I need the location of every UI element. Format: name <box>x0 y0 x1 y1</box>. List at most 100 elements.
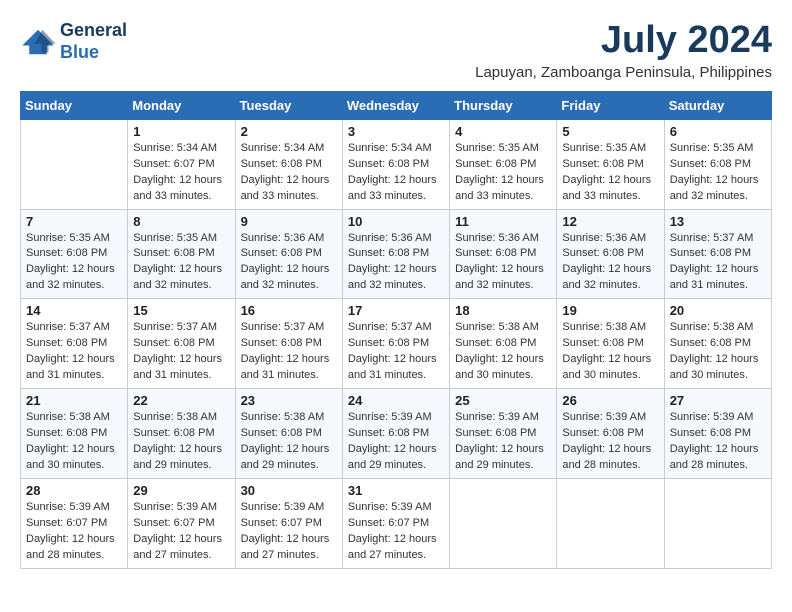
calendar-cell: 22 Sunrise: 5:38 AMSunset: 6:08 PMDayligh… <box>128 389 235 479</box>
day-info: Sunrise: 5:38 AMSunset: 6:08 PMDaylight:… <box>133 410 229 474</box>
calendar-week-4: 21Sunrise: 5:38 AMSunset: 6:08 PMDayligh… <box>21 389 772 479</box>
day-info: Sunrise: 5:35 AMSunset: 6:08 PMDaylight:… <box>562 141 658 205</box>
calendar-cell <box>450 478 557 568</box>
day-info: Sunrise: 5:37 AMSunset: 6:08 PMDaylight:… <box>670 231 766 295</box>
day-number: 9 <box>241 214 337 229</box>
calendar-cell: 9 Sunrise: 5:36 AMSunset: 6:08 PMDaylight… <box>235 209 342 299</box>
calendar-cell: 31Sunrise: 5:39 AMSunset: 6:07 PMDayligh… <box>342 478 449 568</box>
header-day-tuesday: Tuesday <box>235 91 342 119</box>
calendar-cell: 30Sunrise: 5:39 AMSunset: 6:07 PMDayligh… <box>235 478 342 568</box>
calendar-week-3: 14 Sunrise: 5:37 AMSunset: 6:08 PMDayligh… <box>21 299 772 389</box>
day-number: 5 <box>562 124 658 139</box>
day-number: 16 <box>241 303 337 318</box>
day-info: Sunrise: 5:37 AMSunset: 6:08 PMDaylight:… <box>348 320 444 384</box>
calendar-cell: 1Sunrise: 5:34 AMSunset: 6:07 PMDaylight… <box>128 119 235 209</box>
day-info: Sunrise: 5:39 AMSunset: 6:08 PMDaylight:… <box>670 410 766 474</box>
day-info: Sunrise: 5:39 AMSunset: 6:07 PMDaylight:… <box>133 500 229 564</box>
day-info: Sunrise: 5:38 AMSunset: 6:08 PMDaylight:… <box>670 320 766 384</box>
calendar-cell: 19 Sunrise: 5:38 AMSunset: 6:08 PMDayligh… <box>557 299 664 389</box>
calendar-cell: 2Sunrise: 5:34 AMSunset: 6:08 PMDaylight… <box>235 119 342 209</box>
calendar-cell: 18 Sunrise: 5:38 AMSunset: 6:08 PMDayligh… <box>450 299 557 389</box>
calendar-cell: 26Sunrise: 5:39 AMSunset: 6:08 PMDayligh… <box>557 389 664 479</box>
calendar-cell: 12 Sunrise: 5:36 AMSunset: 6:08 PMDayligh… <box>557 209 664 299</box>
day-number: 28 <box>26 483 122 498</box>
calendar-week-5: 28 Sunrise: 5:39 AMSunset: 6:07 PMDayligh… <box>21 478 772 568</box>
day-info: Sunrise: 5:39 AMSunset: 6:08 PMDaylight:… <box>455 410 551 474</box>
calendar-cell: 15Sunrise: 5:37 AMSunset: 6:08 PMDayligh… <box>128 299 235 389</box>
day-number: 3 <box>348 124 444 139</box>
day-info: Sunrise: 5:38 AMSunset: 6:08 PMDaylight:… <box>241 410 337 474</box>
logo-text: General Blue <box>60 20 127 63</box>
day-info: Sunrise: 5:38 AMSunset: 6:08 PMDaylight:… <box>455 320 551 384</box>
day-info: Sunrise: 5:37 AMSunset: 6:08 PMDaylight:… <box>241 320 337 384</box>
day-number: 6 <box>670 124 766 139</box>
header-day-sunday: Sunday <box>21 91 128 119</box>
day-info: Sunrise: 5:36 AMSunset: 6:08 PMDaylight:… <box>562 231 658 295</box>
day-info: Sunrise: 5:39 AMSunset: 6:07 PMDaylight:… <box>241 500 337 564</box>
day-number: 14 <box>26 303 122 318</box>
header-day-saturday: Saturday <box>664 91 771 119</box>
logo-blue: Blue <box>60 42 99 62</box>
calendar-cell: 10 Sunrise: 5:36 AMSunset: 6:08 PMDayligh… <box>342 209 449 299</box>
day-info: Sunrise: 5:35 AMSunset: 6:08 PMDaylight:… <box>133 231 229 295</box>
day-number: 24 <box>348 393 444 408</box>
day-number: 1 <box>133 124 229 139</box>
day-info: Sunrise: 5:36 AMSunset: 6:08 PMDaylight:… <box>348 231 444 295</box>
day-info: Sunrise: 5:38 AMSunset: 6:08 PMDaylight:… <box>26 410 122 474</box>
day-info: Sunrise: 5:39 AMSunset: 6:07 PMDaylight:… <box>26 500 122 564</box>
title-section: July 2024 Lapuyan, Zamboanga Peninsula, … <box>475 20 772 81</box>
day-number: 15 <box>133 303 229 318</box>
calendar-cell: 16 Sunrise: 5:37 AMSunset: 6:08 PMDayligh… <box>235 299 342 389</box>
calendar-cell: 17 Sunrise: 5:37 AMSunset: 6:08 PMDayligh… <box>342 299 449 389</box>
calendar-cell: 4Sunrise: 5:35 AMSunset: 6:08 PMDaylight… <box>450 119 557 209</box>
day-info: Sunrise: 5:38 AMSunset: 6:08 PMDaylight:… <box>562 320 658 384</box>
day-number: 22 <box>133 393 229 408</box>
month-year-title: July 2024 <box>475 20 772 62</box>
header-day-thursday: Thursday <box>450 91 557 119</box>
calendar-cell: 20 Sunrise: 5:38 AMSunset: 6:08 PMDayligh… <box>664 299 771 389</box>
day-info: Sunrise: 5:37 AMSunset: 6:08 PMDaylight:… <box>26 320 122 384</box>
header-day-wednesday: Wednesday <box>342 91 449 119</box>
day-info: Sunrise: 5:34 AMSunset: 6:08 PMDaylight:… <box>348 141 444 205</box>
calendar-cell: 28 Sunrise: 5:39 AMSunset: 6:07 PMDayligh… <box>21 478 128 568</box>
logo: General Blue <box>20 20 127 63</box>
calendar-cell: 7 Sunrise: 5:35 AMSunset: 6:08 PMDaylight… <box>21 209 128 299</box>
calendar-cell: 3 Sunrise: 5:34 AMSunset: 6:08 PMDaylight… <box>342 119 449 209</box>
day-number: 7 <box>26 214 122 229</box>
day-info: Sunrise: 5:35 AMSunset: 6:08 PMDaylight:… <box>26 231 122 295</box>
calendar-week-1: 1Sunrise: 5:34 AMSunset: 6:07 PMDaylight… <box>21 119 772 209</box>
calendar-cell <box>557 478 664 568</box>
calendar-header-row: SundayMondayTuesdayWednesdayThursdayFrid… <box>21 91 772 119</box>
day-number: 10 <box>348 214 444 229</box>
day-number: 20 <box>670 303 766 318</box>
day-number: 29 <box>133 483 229 498</box>
day-number: 18 <box>455 303 551 318</box>
header-day-friday: Friday <box>557 91 664 119</box>
location-subtitle: Lapuyan, Zamboanga Peninsula, Philippine… <box>475 64 772 81</box>
day-number: 12 <box>562 214 658 229</box>
day-number: 11 <box>455 214 551 229</box>
day-info: Sunrise: 5:35 AMSunset: 6:08 PMDaylight:… <box>670 141 766 205</box>
page-header: General Blue July 2024 Lapuyan, Zamboang… <box>20 20 772 81</box>
calendar-cell: 27 Sunrise: 5:39 AMSunset: 6:08 PMDayligh… <box>664 389 771 479</box>
calendar-cell: 8 Sunrise: 5:35 AMSunset: 6:08 PMDaylight… <box>128 209 235 299</box>
day-number: 13 <box>670 214 766 229</box>
day-number: 25 <box>455 393 551 408</box>
day-info: Sunrise: 5:36 AMSunset: 6:08 PMDaylight:… <box>455 231 551 295</box>
day-number: 27 <box>670 393 766 408</box>
day-number: 8 <box>133 214 229 229</box>
calendar-cell: 29 Sunrise: 5:39 AMSunset: 6:07 PMDayligh… <box>128 478 235 568</box>
day-info: Sunrise: 5:36 AMSunset: 6:08 PMDaylight:… <box>241 231 337 295</box>
header-day-monday: Monday <box>128 91 235 119</box>
day-number: 2 <box>241 124 337 139</box>
day-number: 19 <box>562 303 658 318</box>
calendar-cell: 24Sunrise: 5:39 AMSunset: 6:08 PMDayligh… <box>342 389 449 479</box>
day-number: 17 <box>348 303 444 318</box>
logo-icon <box>20 28 56 56</box>
calendar-cell: 5 Sunrise: 5:35 AMSunset: 6:08 PMDaylight… <box>557 119 664 209</box>
calendar-cell: 13 Sunrise: 5:37 AMSunset: 6:08 PMDayligh… <box>664 209 771 299</box>
calendar-cell: 14 Sunrise: 5:37 AMSunset: 6:08 PMDayligh… <box>21 299 128 389</box>
calendar-cell: 25 Sunrise: 5:39 AMSunset: 6:08 PMDayligh… <box>450 389 557 479</box>
calendar-cell <box>664 478 771 568</box>
logo-general: General <box>60 20 127 40</box>
